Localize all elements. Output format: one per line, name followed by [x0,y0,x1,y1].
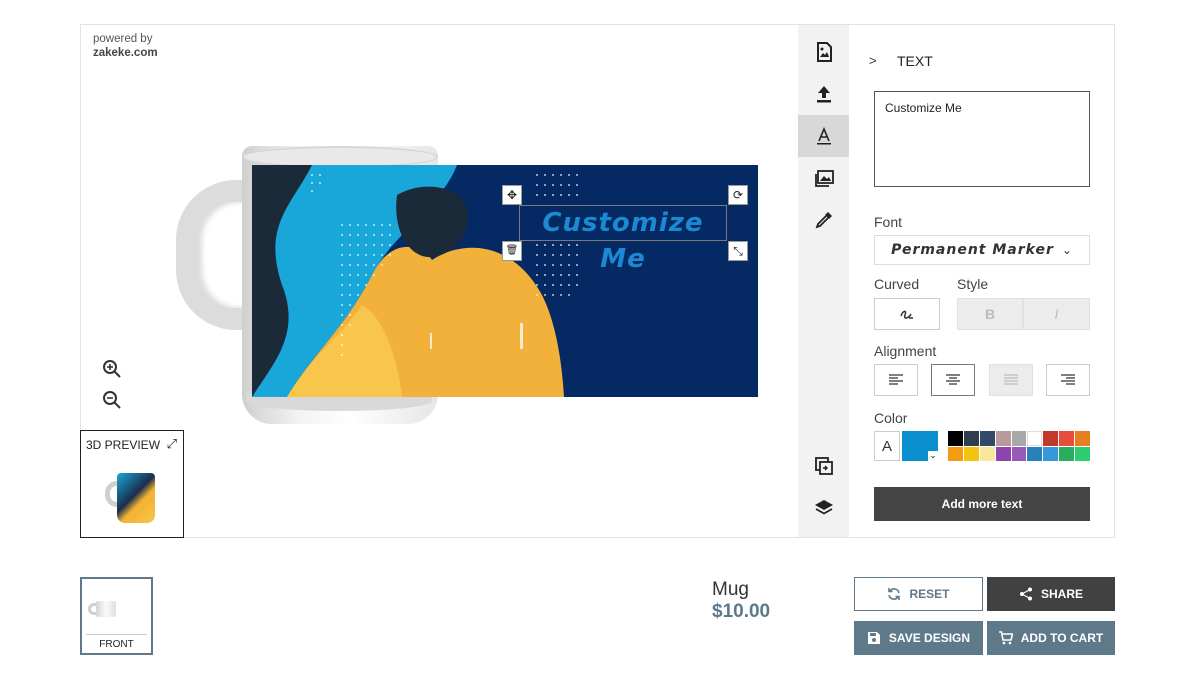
curved-toggle[interactable] [874,298,940,330]
color-swatch[interactable] [979,446,995,461]
curve-icon [900,310,913,319]
italic-button[interactable]: I [1023,298,1090,330]
product-name: Mug [712,579,749,600]
text-input[interactable]: Customize Me [874,91,1090,187]
align-center-icon [946,374,960,385]
image-icon[interactable] [798,31,849,73]
canvas-text[interactable]: Customize Me [519,205,727,274]
save-icon [867,632,880,644]
text-icon[interactable] [798,115,849,157]
move-handle-icon[interactable]: ✥ [502,185,522,205]
reset-button[interactable]: RESET [854,577,983,611]
font-label: Font [874,214,903,230]
refresh-icon [888,588,901,600]
alignment-label: Alignment [874,343,937,359]
align-left-button[interactable] [874,364,918,396]
3d-preview-label: 3D PREVIEW [86,438,161,452]
product-price: $10.00 [712,601,771,622]
align-right-icon [1061,374,1075,385]
color-swatch[interactable] [1027,431,1043,446]
color-swatch[interactable] [1027,446,1043,461]
color-swatch[interactable] [995,431,1011,446]
resize-handle-icon[interactable]: ⤡ [728,241,748,261]
color-swatch[interactable] [1011,446,1027,461]
share-button[interactable]: SHARE [987,577,1115,611]
color-swatch[interactable] [995,446,1011,461]
rotate-handle-icon[interactable]: ⟳ [728,185,748,205]
curved-label: Curved [874,276,920,292]
zoom-in-icon[interactable] [102,359,122,384]
text-panel: > TEXT Customize Me Font Permanent Marke… [849,25,1114,537]
color-swatch[interactable] [948,431,963,446]
delete-handle-icon[interactable]: 🗑 [502,241,522,261]
powered-by[interactable]: powered by zakeke.com [93,32,158,60]
thumb-label: FRONT [99,639,134,650]
thumb-divider [86,634,147,635]
align-right-button[interactable] [1046,364,1090,396]
color-label: Color [874,410,908,426]
align-justify-button[interactable] [989,364,1033,396]
cart-icon [998,631,1013,645]
color-swatch[interactable] [1075,446,1090,461]
chevron-down-icon: ⌄ [928,450,938,461]
panel-title: TEXT [897,53,933,69]
mini-mug [117,473,155,523]
color-swatch[interactable] [1043,431,1059,446]
color-swatch[interactable] [1059,446,1075,461]
add-more-text-button[interactable]: Add more text [874,487,1090,521]
align-left-icon [889,374,903,385]
layers-icon[interactable] [798,487,849,529]
color-swatch[interactable] [963,431,979,446]
color-swatch[interactable] [1075,431,1090,446]
selected-color-swatch[interactable]: ⌄ [902,431,938,461]
share-icon [1019,587,1032,601]
color-swatch[interactable] [1059,431,1075,446]
color-swatch[interactable] [963,446,979,461]
font-select[interactable]: Permanent Marker ⌄ [874,235,1090,265]
eyedropper-icon[interactable] [798,199,849,241]
align-justify-icon [1004,374,1018,385]
chevron-down-icon: ⌄ [1061,243,1073,257]
side-thumbnail-front[interactable]: FRONT [80,577,153,655]
color-swatch[interactable] [1011,431,1027,446]
text-color-letter: A [874,431,900,461]
style-label: Style [957,276,989,292]
align-center-button[interactable] [931,364,975,396]
save-design-button[interactable]: SAVE DESIGN [854,621,983,655]
bold-button[interactable]: B [957,298,1023,330]
3d-preview[interactable]: 3D PREVIEW ⤢ [80,430,184,538]
color-swatch[interactable] [1043,446,1059,461]
zoom-out-icon[interactable] [102,390,122,415]
copy-icon[interactable] [798,445,849,487]
tool-sidebar [798,25,849,537]
expand-icon[interactable]: ⤢ [167,436,177,452]
color-swatch[interactable] [979,431,995,446]
color-palette [948,431,1090,461]
gallery-icon[interactable] [798,157,849,199]
upload-icon[interactable] [798,73,849,115]
selected-color-fill: ⌄ [902,431,938,461]
thumb-mug [96,601,116,617]
color-swatch[interactable] [948,446,963,461]
chevron-right-icon[interactable]: > [869,53,877,68]
add-to-cart-button[interactable]: ADD TO CART [987,621,1115,655]
